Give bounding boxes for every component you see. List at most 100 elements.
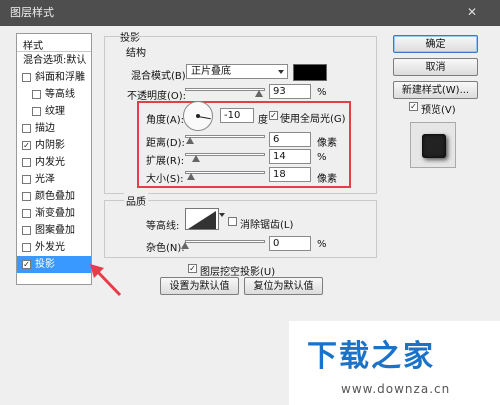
sidebar-item-label: 投影 [35,259,55,270]
opacity-slider[interactable] [185,88,265,91]
angle-label: 角度(A): [146,115,185,126]
chevron-down-icon [278,70,284,74]
sidebar-item[interactable]: 外发光 [17,239,91,256]
sidebar-item[interactable]: 渐变叠加 [17,205,91,222]
quality-group-title: 品质 [124,193,148,208]
structure-group-title: 结构 [124,44,148,59]
sidebar-item-checkbox[interactable] [32,107,41,116]
watermark-logo: 下载之家 www.downza.cn [289,321,500,405]
sidebar-item-checkbox[interactable] [22,73,31,82]
angle-unit: 度 [258,115,268,126]
reset-default-button[interactable]: 复位为默认值 [244,277,323,295]
sidebar-item-checkbox[interactable] [22,175,31,184]
sidebar-item-checkbox[interactable] [22,192,31,201]
sidebar-item[interactable]: ✓ 内阴影 [17,137,91,154]
antialias-label: 消除锯齿(L) [240,220,294,231]
sidebar-header: 样式 [17,34,91,52]
sidebar-item-label: 等高线 [45,89,75,100]
sidebar-item-label: 外发光 [35,242,65,253]
noise-label: 杂色(N): [146,243,185,254]
sidebar-item-label: 光泽 [35,174,55,185]
window-title: 图层样式 [10,6,54,19]
distance-input[interactable]: 6 [269,132,311,147]
sidebar-item[interactable]: 光泽 [17,171,91,188]
sidebar-item[interactable]: 纹理 [17,103,91,120]
sidebar-item-checkbox[interactable] [22,209,31,218]
set-default-button[interactable]: 设置为默认值 [160,277,239,295]
close-icon[interactable]: ✕ [463,4,481,20]
opacity-slider-thumb[interactable] [255,90,264,97]
new-style-button[interactable]: 新建样式(W)... [393,81,478,99]
distance-slider-thumb[interactable] [185,137,194,144]
sidebar-item-label: 纹理 [45,106,65,117]
watermark-title: 下载之家 [307,339,435,374]
sidebar-item-label: 内阴影 [35,140,65,151]
blend-mode-value: 正片叠底 [191,66,231,77]
size-label: 大小(S): [146,174,184,185]
preview-swatch [422,134,446,158]
cancel-button[interactable]: 取消 [393,58,478,76]
sidebar-item[interactable]: 内发光 [17,154,91,171]
spread-unit: % [317,152,327,163]
size-slider-thumb[interactable] [186,173,195,180]
sidebar-item[interactable]: ✓ 投影 [17,256,91,273]
sidebar-item[interactable]: 等高线 [17,86,91,103]
ok-button[interactable]: 确定 [393,35,478,53]
shadow-color-swatch[interactable] [293,64,327,81]
angle-input[interactable]: -10 [220,108,254,123]
sidebar-item-checkbox[interactable] [22,243,31,252]
red-arrow-annotation [90,264,122,297]
style-preview [410,122,456,168]
knockout-label: 图层挖空投影(U) [200,267,276,278]
sidebar-item-checkbox[interactable] [22,158,31,167]
sidebar-item-checkbox[interactable]: ✓ [22,260,31,269]
spread-slider-thumb[interactable] [192,155,201,162]
sidebar-item[interactable]: 斜面和浮雕 [17,69,91,86]
noise-slider[interactable] [185,240,265,243]
noise-input[interactable]: 0 [269,236,311,251]
styles-sidebar: 样式 混合选项:默认斜面和浮雕等高线纹理描边 ✓ 内阴影内发光光泽颜色叠加渐变叠加图… [16,33,92,285]
sidebar-item-label: 图案叠加 [35,225,75,236]
sidebar-item-label: 混合选项:默认 [23,55,87,66]
sidebar-item[interactable]: 混合选项:默认 [17,52,91,69]
angle-dial[interactable] [183,101,213,131]
contour-curve-icon [188,211,216,229]
title-bar: 图层样式 ✕ [0,0,500,26]
contour-dropdown-arrow[interactable] [219,213,225,217]
sidebar-item-label: 颜色叠加 [35,191,75,202]
distance-slider[interactable] [185,135,265,138]
spread-label: 扩展(R): [146,156,185,167]
blend-mode-dropdown[interactable]: 正片叠底 [186,64,288,79]
size-slider[interactable] [185,171,265,174]
opacity-label: 不透明度(O): [127,91,187,102]
preview-label: 预览(V) [421,105,456,116]
antialias-checkbox[interactable] [228,217,237,226]
angle-dial-center [196,114,200,118]
spread-input[interactable]: 14 [269,149,311,164]
noise-unit: % [317,239,327,250]
sidebar-item[interactable]: 图案叠加 [17,222,91,239]
noise-slider-thumb[interactable] [181,242,189,249]
watermark-url: www.downza.cn [341,382,451,396]
size-unit: 像素 [317,174,337,185]
contour-label: 等高线: [146,221,180,232]
sidebar-item-label: 内发光 [35,157,65,168]
sidebar-item-checkbox[interactable] [32,90,41,99]
contour-picker[interactable] [185,208,219,230]
sidebar-item-checkbox[interactable] [22,226,31,235]
size-input[interactable]: 18 [269,167,311,182]
distance-unit: 像素 [317,138,337,149]
sidebar-item-checkbox[interactable] [22,124,31,133]
opacity-input[interactable]: 93 [269,84,311,99]
distance-label: 距离(D): [146,138,185,149]
knockout-checkbox[interactable]: ✓ [188,264,197,273]
preview-checkbox[interactable]: ✓ [409,102,418,111]
global-light-checkbox[interactable]: ✓ [269,111,278,120]
sidebar-item[interactable]: 颜色叠加 [17,188,91,205]
sidebar-item-label: 渐变叠加 [35,208,75,219]
blend-mode-label: 混合模式(B): [131,71,190,82]
sidebar-item[interactable]: 描边 [17,120,91,137]
global-light-label: 使用全局光(G) [280,114,346,125]
sidebar-item-checkbox[interactable]: ✓ [22,141,31,150]
opacity-unit: % [317,87,327,98]
